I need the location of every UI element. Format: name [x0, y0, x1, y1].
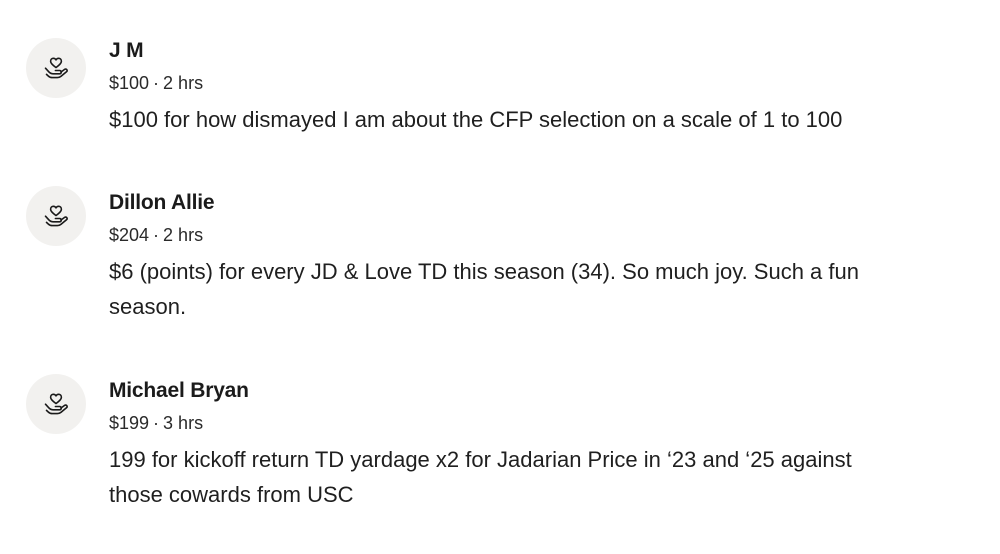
- donation-time: 2 hrs: [163, 73, 204, 93]
- donor-name: Michael Bryan: [109, 379, 249, 402]
- donation-message: $100 for how dismayed I am about the CFP…: [109, 107, 843, 132]
- meta-separator: ·: [153, 413, 160, 433]
- donation-time: 3 hrs: [163, 413, 204, 433]
- donation-content: Dillon Allie $204 · 2 hrs $6 (points) for …: [109, 190, 969, 324]
- donation-message: $6 (points) for every JD & Love TD this …: [109, 259, 859, 319]
- donation-content: J M $100 · 2 hrs $100 for how dismayed I a…: [109, 38, 969, 137]
- donation-meta: $100 · 2 hrs: [109, 72, 969, 94]
- donation-amount: $199: [109, 413, 150, 433]
- donor-avatar: [26, 374, 86, 434]
- donation-meta: $199 · 3 hrs: [109, 412, 969, 434]
- donor-name: Dillon Allie: [109, 191, 215, 214]
- heart-in-hand-icon: [44, 205, 68, 227]
- heart-in-hand-icon: [44, 57, 68, 79]
- donor-avatar: [26, 38, 86, 98]
- donor-name: J M: [109, 39, 144, 62]
- donor-avatar: [26, 186, 86, 246]
- meta-separator: ·: [153, 225, 160, 245]
- donation-amount: $204: [109, 225, 150, 245]
- heart-in-hand-icon: [44, 393, 68, 415]
- donation-content: Michael Bryan $199 · 3 hrs 199 for kickoff…: [109, 378, 969, 512]
- donation-message: 199 for kickoff return TD yardage x2 for…: [109, 447, 852, 507]
- donation-time: 2 hrs: [163, 225, 204, 245]
- donation-amount: $100: [109, 73, 150, 93]
- donation-meta: $204 · 2 hrs: [109, 224, 969, 246]
- meta-separator: ·: [153, 73, 160, 93]
